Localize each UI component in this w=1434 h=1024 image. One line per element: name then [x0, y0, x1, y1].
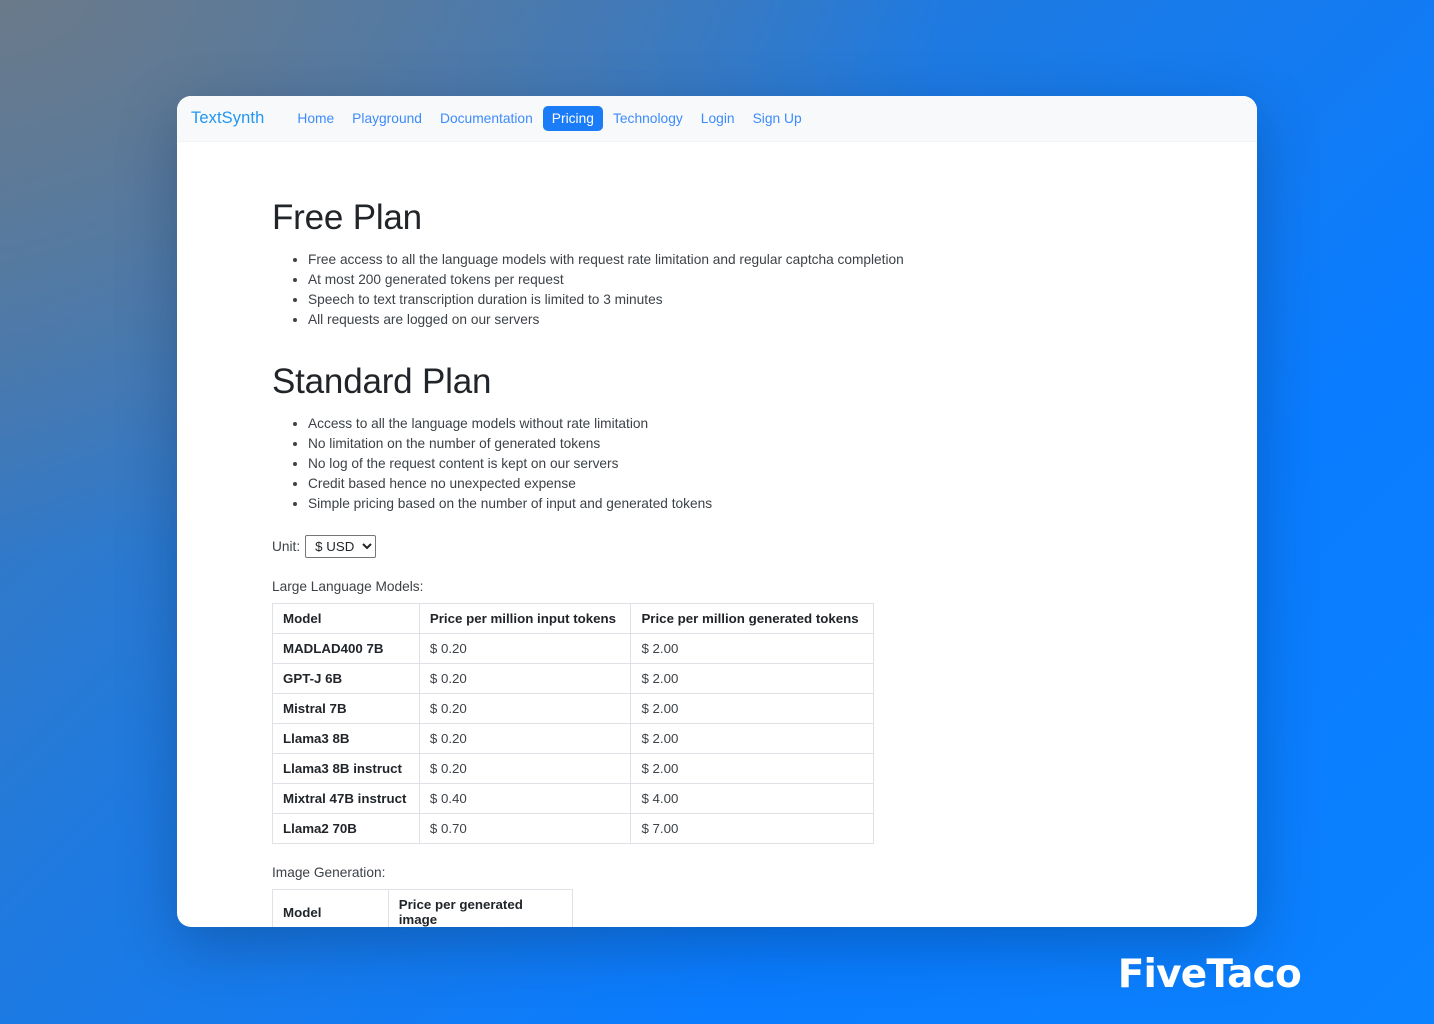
- table-row: MADLAD400 7B $ 0.20 $ 2.00: [272, 633, 874, 664]
- table-row: GPT-J 6B $ 0.20 $ 2.00: [272, 663, 874, 694]
- cell-model: MADLAD400 7B: [272, 633, 420, 664]
- cell-model: Llama3 8B: [272, 723, 420, 754]
- cell-model: Mixtral 47B instruct: [272, 783, 420, 814]
- fivetaco-watermark: FiveTaco: [1117, 952, 1302, 997]
- cell-input-price: $ 0.20: [418, 663, 632, 694]
- llm-section-caption: Large Language Models:: [272, 579, 424, 594]
- cell-input-price: $ 0.20: [418, 693, 632, 724]
- cell-model: GPT-J 6B: [272, 663, 420, 694]
- unit-select[interactable]: $ USD € EUR: [305, 535, 377, 558]
- list-item: No limitation on the number of generated…: [308, 434, 1257, 454]
- list-item: Free access to all the language models w…: [308, 250, 1257, 270]
- list-item: Speech to text transcription duration is…: [308, 290, 1257, 310]
- table-row: Llama3 8B instruct $ 0.20 $ 2.00: [272, 753, 874, 784]
- list-item: Access to all the language models withou…: [308, 414, 1257, 434]
- cell-model: Mistral 7B: [272, 693, 420, 724]
- cell-input-price: $ 0.20: [418, 723, 632, 754]
- table-row: Llama2 70B $ 0.70 $ 7.00: [272, 813, 874, 844]
- nav-link-technology[interactable]: Technology: [605, 107, 691, 130]
- cell-generated-price: $ 4.00: [630, 783, 874, 814]
- standard-plan-feature-list: Access to all the language models withou…: [272, 414, 1257, 514]
- table-row: Llama3 8B $ 0.20 $ 2.00: [272, 723, 874, 754]
- cell-model: Llama2 70B: [272, 813, 420, 844]
- list-item: At most 200 generated tokens per request: [308, 270, 1257, 290]
- cell-input-price: $ 0.20: [418, 633, 632, 664]
- navbar: TextSynth Home Playground Documentation …: [177, 96, 1257, 142]
- cell-generated-price: $ 2.00: [630, 663, 874, 694]
- table-header-row: Model Price per generated image: [272, 889, 574, 927]
- cell-input-price: $ 0.20: [418, 753, 632, 784]
- nav-link-documentation[interactable]: Documentation: [432, 107, 541, 130]
- browser-window: TextSynth Home Playground Documentation …: [177, 96, 1257, 927]
- list-item: All requests are logged on our servers: [308, 310, 1257, 330]
- table-header-row: Model Price per million input tokens Pri…: [272, 603, 874, 634]
- column-header-model: Model: [272, 603, 420, 634]
- column-header-image-price: Price per generated image: [387, 889, 574, 927]
- table-row: Mistral 7B $ 0.20 $ 2.00: [272, 693, 874, 724]
- column-header-model: Model: [272, 889, 389, 927]
- column-header-input-price: Price per million input tokens: [418, 603, 632, 634]
- unit-selector-row: Unit: $ USD € EUR: [272, 535, 1257, 558]
- cell-generated-price: $ 2.00: [630, 723, 874, 754]
- nav-link-playground[interactable]: Playground: [344, 107, 430, 130]
- nav-link-pricing[interactable]: Pricing: [542, 106, 603, 131]
- page-title-free-plan: Free Plan: [272, 198, 422, 237]
- brand-textsynth[interactable]: TextSynth: [191, 109, 274, 128]
- cell-model: Llama3 8B instruct: [272, 753, 420, 784]
- cell-input-price: $ 0.40: [418, 783, 632, 814]
- nav-link-login[interactable]: Login: [693, 107, 743, 130]
- cell-generated-price: $ 7.00: [630, 813, 874, 844]
- free-plan-feature-list: Free access to all the language models w…: [272, 250, 1257, 330]
- cell-generated-price: $ 2.00: [630, 633, 874, 664]
- nav-link-home[interactable]: Home: [289, 107, 342, 130]
- table-row: Mixtral 47B instruct $ 0.40 $ 4.00: [272, 783, 874, 814]
- image-section-caption: Image Generation:: [272, 865, 386, 880]
- list-item: Credit based hence no unexpected expense: [308, 474, 1257, 494]
- image-price-table: Model Price per generated image Stable D…: [272, 889, 574, 927]
- cell-generated-price: $ 2.00: [630, 753, 874, 784]
- list-item: No log of the request content is kept on…: [308, 454, 1257, 474]
- list-item: Simple pricing based on the number of in…: [308, 494, 1257, 514]
- page-title-standard-plan: Standard Plan: [272, 361, 492, 401]
- cell-generated-price: $ 2.00: [630, 693, 874, 724]
- nav-link-signup[interactable]: Sign Up: [745, 107, 810, 130]
- cell-input-price: $ 0.70: [418, 813, 632, 844]
- llm-price-table: Model Price per million input tokens Pri…: [272, 603, 874, 844]
- page-content: Free Plan Free access to all the languag…: [177, 142, 1257, 927]
- column-header-generated-price: Price per million generated tokens: [630, 603, 874, 634]
- unit-label: Unit:: [272, 539, 301, 554]
